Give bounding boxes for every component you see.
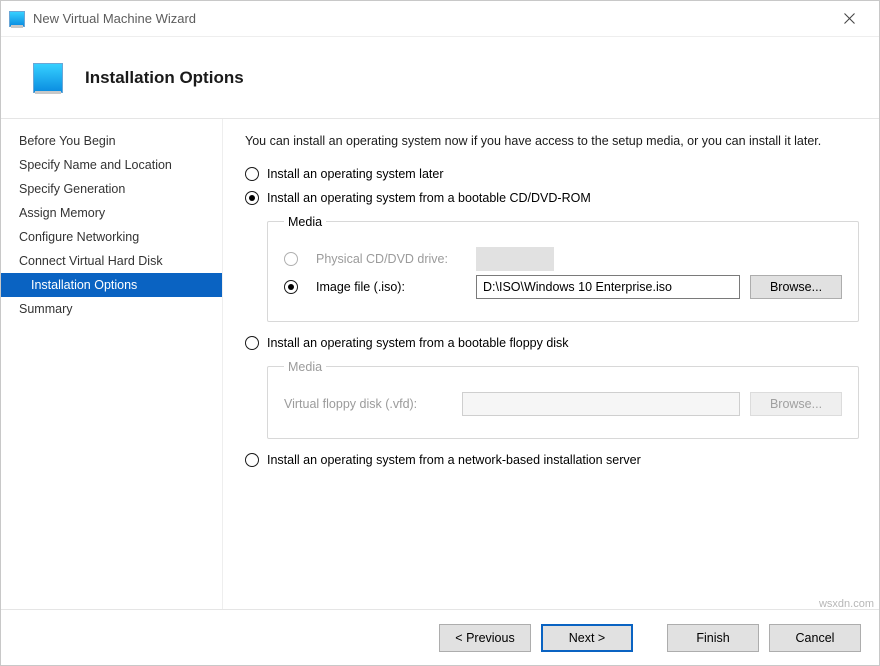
radio-icon (245, 453, 259, 467)
step-summary[interactable]: Summary (1, 297, 222, 321)
vfd-input (462, 392, 740, 416)
close-icon (844, 13, 855, 24)
app-icon (9, 11, 25, 27)
radio-icon (245, 336, 259, 350)
page-title: Installation Options (85, 68, 244, 88)
option-install-network[interactable]: Install an operating system from a netwo… (245, 453, 859, 467)
wizard-icon (33, 63, 63, 93)
vfd-label: Virtual floppy disk (.vfd): (284, 397, 452, 411)
browse-button[interactable]: Browse... (750, 275, 842, 299)
media-group-cd: Media Physical CD/DVD drive: Image file … (267, 215, 859, 322)
radio-icon (284, 252, 298, 266)
intro-text: You can install an operating system now … (245, 133, 859, 151)
next-button[interactable]: Next > (541, 624, 633, 652)
physical-drive-label: Physical CD/DVD drive: (316, 252, 466, 266)
option-label: Install an operating system from a boota… (267, 336, 569, 350)
option-install-cd[interactable]: Install an operating system from a boota… (245, 191, 859, 205)
step-assign-memory[interactable]: Assign Memory (1, 201, 222, 225)
previous-button[interactable]: < Previous (439, 624, 531, 652)
option-label: Install an operating system from a netwo… (267, 453, 641, 467)
media-group-floppy: Media Virtual floppy disk (.vfd): Browse… (267, 360, 859, 439)
option-label: Install an operating system from a boota… (267, 191, 591, 205)
group-legend: Media (284, 360, 326, 374)
image-file-label: Image file (.iso): (316, 280, 466, 294)
step-installation-options[interactable]: Installation Options (1, 273, 222, 297)
option-install-floppy[interactable]: Install an operating system from a boota… (245, 336, 859, 350)
radio-icon (245, 191, 259, 205)
physical-drive-select (476, 247, 554, 271)
radio-icon (245, 167, 259, 181)
option-label: Install an operating system later (267, 167, 443, 181)
row-physical-drive: Physical CD/DVD drive: (284, 247, 842, 271)
step-configure-networking[interactable]: Configure Networking (1, 225, 222, 249)
radio-icon[interactable] (284, 280, 298, 294)
title-bar: New Virtual Machine Wizard (1, 1, 879, 37)
row-vfd: Virtual floppy disk (.vfd): Browse... (284, 392, 842, 416)
wizard-footer: < Previous Next > Finish Cancel (1, 609, 879, 665)
image-file-input[interactable] (476, 275, 740, 299)
wizard-header: Installation Options (1, 37, 879, 119)
close-button[interactable] (827, 5, 871, 33)
window-title: New Virtual Machine Wizard (33, 11, 196, 26)
cancel-button[interactable]: Cancel (769, 624, 861, 652)
row-image-file: Image file (.iso): Browse... (284, 275, 842, 299)
finish-button[interactable]: Finish (667, 624, 759, 652)
wizard-main-panel: You can install an operating system now … (223, 119, 879, 609)
step-before-you-begin[interactable]: Before You Begin (1, 129, 222, 153)
option-install-later[interactable]: Install an operating system later (245, 167, 859, 181)
group-legend: Media (284, 215, 326, 229)
browse-button-disabled: Browse... (750, 392, 842, 416)
step-specify-generation[interactable]: Specify Generation (1, 177, 222, 201)
wizard-steps-sidebar: Before You Begin Specify Name and Locati… (1, 119, 223, 609)
step-connect-vhd[interactable]: Connect Virtual Hard Disk (1, 249, 222, 273)
step-specify-name[interactable]: Specify Name and Location (1, 153, 222, 177)
